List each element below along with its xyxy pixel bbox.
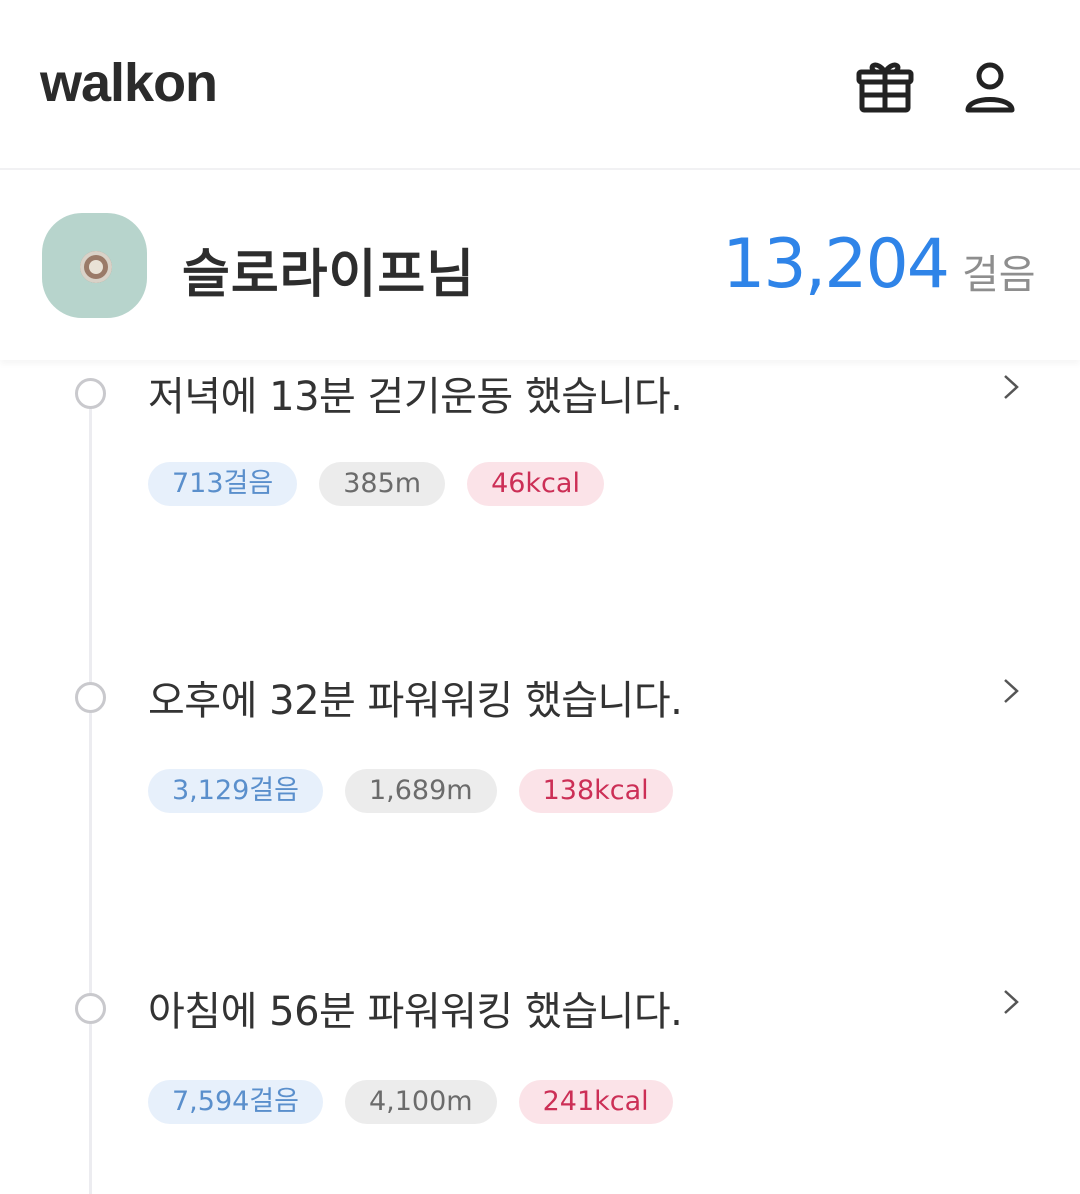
kcal-chip: 138kcal: [518, 769, 673, 813]
user-icon[interactable]: [960, 58, 1020, 118]
kcal-chip: 46kcal: [467, 462, 604, 506]
kcal-chip: 241kcal: [518, 1080, 673, 1124]
activity-stats: 3,129걸음 1,689m 138kcal: [148, 769, 673, 813]
app-header: walkon: [0, 0, 1080, 170]
chevron-right-icon[interactable]: [995, 676, 1025, 706]
distance-chip: 385m: [319, 462, 446, 506]
activity-entry[interactable]: 오후에 32분 파워워킹 했습니다. 3,129걸음 1,689m 138kca…: [0, 676, 1080, 876]
activity-title: 오후에 32분 파워워킹 했습니다.: [148, 678, 683, 724]
timeline-dot: [75, 378, 106, 409]
steps-chip: 7,594걸음: [148, 1080, 323, 1124]
avatar[interactable]: [42, 213, 147, 318]
chevron-right-icon[interactable]: [995, 987, 1025, 1017]
activity-title: 저녁에 13분 걷기운동 했습니다.: [148, 374, 683, 420]
activity-stats: 713걸음 385m 46kcal: [148, 462, 604, 506]
activity-title: 아침에 56분 파워워킹 했습니다.: [148, 989, 683, 1035]
timeline-dot: [75, 682, 106, 713]
steps-chip: 3,129걸음: [148, 769, 323, 813]
distance-chip: 1,689m: [344, 769, 497, 813]
activity-entry[interactable]: 저녁에 13분 걷기운동 했습니다. 713걸음 385m 46kcal: [0, 372, 1080, 572]
activity-entry[interactable]: 아침에 56분 파워워킹 했습니다. 7,594걸음 4,100m 241kca…: [0, 987, 1080, 1187]
total-steps: 13,204: [722, 225, 950, 304]
activity-stats: 7,594걸음 4,100m 241kcal: [148, 1080, 673, 1124]
gift-icon[interactable]: [855, 58, 915, 118]
steps-chip: 713걸음: [148, 462, 298, 506]
chevron-right-icon[interactable]: [995, 372, 1025, 402]
user-name: 슬로라이프님: [182, 245, 476, 305]
walkon-logo[interactable]: walkon: [40, 52, 218, 114]
profile-summary: 슬로라이프님 13,204 걸음: [0, 170, 1080, 360]
distance-chip: 4,100m: [344, 1080, 497, 1124]
timeline-dot: [75, 993, 106, 1024]
avatar-core: [89, 260, 103, 274]
steps-unit: 걸음: [962, 252, 1036, 298]
